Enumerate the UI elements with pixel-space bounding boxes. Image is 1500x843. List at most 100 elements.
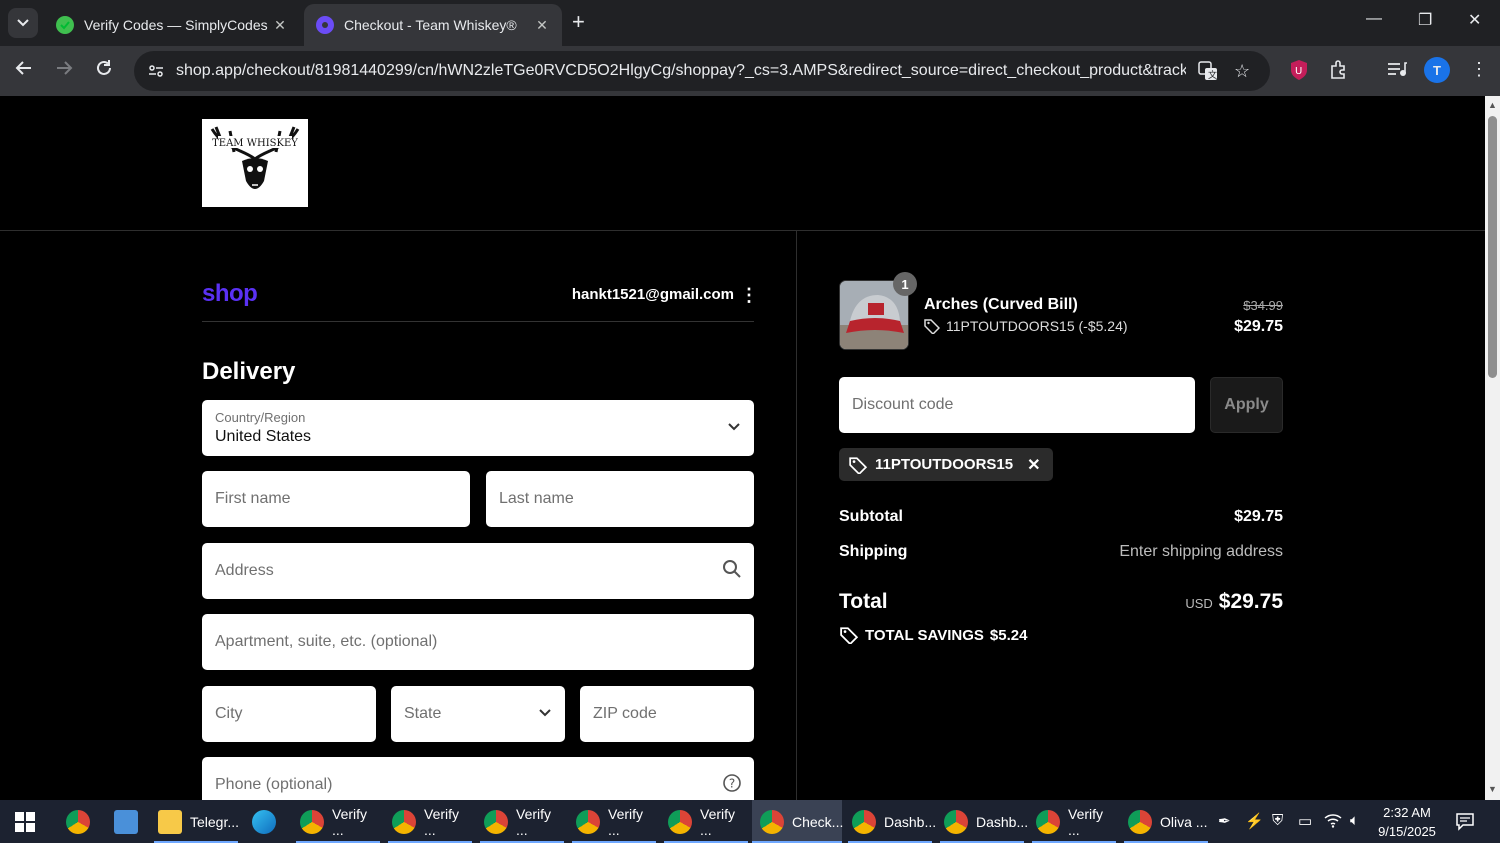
tab-search-button[interactable] (8, 8, 38, 38)
pen-icon[interactable]: ✒ (1218, 812, 1231, 830)
scrollbar-thumb[interactable] (1488, 116, 1497, 378)
shipping-label: Shipping (839, 543, 908, 560)
last-name-field[interactable]: Last name (486, 471, 754, 527)
volume-icon[interactable]: 🔈︎ (1350, 812, 1359, 829)
notifications-icon[interactable] (1455, 811, 1475, 835)
wifi-icon[interactable] (1324, 812, 1342, 832)
address-field[interactable]: Address (202, 543, 754, 599)
app-tray-icon[interactable]: ⚡ (1245, 812, 1264, 830)
taskbar-telegram[interactable]: Telegr... (154, 800, 239, 843)
minimize-icon[interactable]: — (1366, 10, 1382, 28)
delivery-heading: Delivery (202, 358, 296, 385)
currency-code: USD (1185, 596, 1213, 611)
checkout-page: TEAM WHISKEY shop hankt1521@gmail.com ⋮ … (0, 96, 1485, 800)
subtotal-value: $29.75 (1234, 508, 1283, 525)
chrome-icon (852, 809, 876, 834)
page-scrollbar[interactable]: ▲ ▼ (1485, 96, 1500, 800)
phone-field[interactable]: Phone (optional) ? (202, 757, 754, 800)
chevron-down-icon (539, 704, 551, 720)
first-name-field[interactable]: First name (202, 471, 470, 527)
folder-icon (158, 809, 182, 834)
tab-checkout[interactable]: Checkout - Team Whiskey® ✕ (304, 4, 562, 46)
city-field[interactable]: City (202, 686, 376, 742)
reload-icon (97, 60, 111, 75)
taskbar-label: Verify ... (424, 805, 460, 838)
taskbar-chrome-window[interactable]: Verify ... (572, 800, 656, 843)
browser-menu-icon[interactable]: ⋮ (1470, 59, 1488, 80)
taskbar-edge[interactable] (248, 800, 276, 843)
chrome-icon (760, 809, 784, 834)
taskbar-label: Oliva ... (1160, 813, 1208, 830)
taskbar-chrome-window[interactable]: Verify ... (664, 800, 748, 843)
subtotal-label: Subtotal (839, 508, 903, 525)
original-price: $34.99 (1243, 298, 1283, 313)
state-select[interactable]: State (391, 686, 565, 742)
shop-logo: shop (202, 280, 258, 307)
product-discount: 11PTOUTDOORS15 (-$5.24) (924, 318, 1128, 334)
taskbar-chrome-window[interactable]: Verify ... (1032, 800, 1116, 843)
url-text: shop.app/checkout/81981440299/cn/hWN2zle… (176, 62, 1186, 79)
product-discount-text: 11PTOUTDOORS15 (-$5.24) (946, 318, 1128, 334)
team-whiskey-logo[interactable]: TEAM WHISKEY (202, 119, 308, 207)
restore-icon[interactable]: ❐ (1418, 10, 1432, 30)
account-email: hankt1521@gmail.com (571, 286, 734, 303)
taskbar-label: Check... (792, 813, 844, 830)
taskbar-chrome-window-active[interactable]: Check... (752, 800, 844, 843)
tag-icon (840, 627, 859, 644)
shipping-row: Shipping Enter shipping address (839, 543, 1283, 561)
profile-avatar[interactable]: T (1424, 57, 1450, 83)
tab-close-icon[interactable]: ✕ (272, 17, 288, 34)
start-button[interactable] (10, 800, 36, 843)
column-divider (796, 231, 797, 800)
taskbar-chrome-window[interactable]: Dashb... (848, 800, 936, 843)
scroll-down-icon[interactable]: ▼ (1488, 784, 1497, 794)
media-controls-icon[interactable] (1386, 59, 1408, 84)
taskbar-chrome-window[interactable]: Verify ... (480, 800, 564, 843)
shop-favicon-icon (316, 16, 334, 34)
applied-discount-chip: 11PTOUTDOORS15 ✕ (839, 448, 1053, 481)
back-button[interactable] (14, 58, 34, 84)
taskbar-chrome-window[interactable]: Oliva ... (1124, 800, 1208, 843)
tag-icon (924, 319, 940, 334)
arrow-right-icon (57, 61, 73, 75)
taskbar-chrome-window[interactable]: Verify ... (388, 800, 472, 843)
battery-icon[interactable]: ▭ (1298, 812, 1312, 830)
chrome-icon (484, 809, 508, 834)
scroll-up-icon[interactable]: ▲ (1488, 100, 1497, 110)
apartment-field[interactable]: Apartment, suite, etc. (optional) (202, 614, 754, 670)
reload-button[interactable] (94, 58, 114, 84)
country-select[interactable]: Country/Region United States (202, 400, 754, 456)
address-bar[interactable]: shop.app/checkout/81981440299/cn/hWN2zle… (134, 51, 1270, 91)
new-tab-button[interactable]: + (572, 10, 585, 34)
site-info-icon[interactable] (148, 63, 164, 79)
taskbar-chrome-pinned[interactable] (62, 800, 90, 843)
remove-discount-icon[interactable]: ✕ (1027, 455, 1040, 475)
close-window-icon[interactable]: ✕ (1468, 10, 1481, 30)
system-clock[interactable]: 2:32 AM 9/15/2025 (1368, 803, 1446, 841)
address-placeholder: Address (215, 562, 274, 579)
tab-close-icon[interactable]: ✕ (534, 17, 550, 34)
windows-taskbar: Telegr... Verify ... Verify ... Verify .… (0, 800, 1500, 843)
chrome-icon (668, 809, 692, 834)
extensions-puzzle-icon[interactable] (1328, 59, 1350, 86)
tab-verify-codes[interactable]: Verify Codes — SimplyCodes ✕ (44, 4, 300, 46)
svg-text:TEAM WHISKEY: TEAM WHISKEY (212, 138, 298, 149)
taskbar-chrome-window[interactable]: Verify ... (296, 800, 380, 843)
taskbar-calculator[interactable] (110, 800, 138, 843)
taskbar-chrome-window[interactable]: Dashb... (940, 800, 1028, 843)
taskbar-label: Verify ... (608, 805, 644, 838)
phone-placeholder: Phone (optional) (215, 776, 333, 793)
forward-button[interactable] (54, 58, 74, 84)
security-icon[interactable]: ⛨ (1272, 812, 1283, 829)
help-icon[interactable]: ? (722, 773, 742, 798)
bookmark-star-icon[interactable]: ☆ (1234, 61, 1250, 82)
zip-field[interactable]: ZIP code (580, 686, 754, 742)
discount-code-input[interactable]: Discount code (839, 377, 1195, 433)
applied-code-text: 11PTOUTDOORS15 (875, 456, 1014, 473)
extension-shield-icon[interactable]: U (1289, 59, 1309, 86)
chevron-down-icon (728, 418, 740, 434)
translate-icon[interactable]: 文 (1198, 61, 1218, 86)
savings-value: $5.24 (989, 626, 1028, 644)
apply-button[interactable]: Apply (1210, 377, 1283, 433)
account-menu-icon[interactable]: ⋮ (740, 285, 758, 306)
